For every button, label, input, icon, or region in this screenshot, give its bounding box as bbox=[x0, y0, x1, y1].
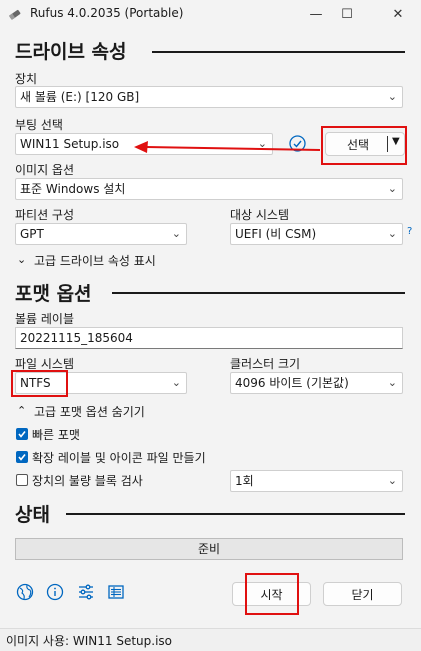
partition-scheme-dropdown[interactable]: GPT ⌄ bbox=[15, 223, 187, 245]
chevron-down-icon: ⌄ bbox=[171, 227, 181, 240]
status-heading: 상태 bbox=[15, 504, 50, 526]
target-system-label: 대상 시스템 bbox=[230, 208, 290, 222]
volume-label-input[interactable]: 20221115_185604 bbox=[15, 327, 403, 349]
log-icon[interactable] bbox=[107, 583, 125, 604]
highlight-box-select bbox=[321, 126, 407, 165]
bad-blocks-checkbox[interactable] bbox=[16, 474, 28, 486]
bad-blocks-passes-value: 1회 bbox=[235, 474, 254, 488]
section-divider bbox=[152, 51, 405, 53]
boot-selection-value: WIN11 Setup.iso bbox=[20, 137, 120, 151]
close-window-button[interactable]: ✕ bbox=[377, 0, 419, 28]
chevron-down-icon: ⌄ bbox=[387, 90, 397, 103]
app-icon bbox=[8, 7, 22, 24]
target-system-dropdown[interactable]: UEFI (비 CSM) ⌄ bbox=[230, 223, 403, 245]
device-label: 장치 bbox=[15, 72, 38, 86]
device-value: 새 볼륨 (E:) [120 GB] bbox=[20, 90, 140, 104]
advanced-drive-toggle[interactable]: 고급 드라이브 속성 표시 bbox=[34, 252, 156, 269]
device-dropdown[interactable]: 새 볼륨 (E:) [120 GB] ⌄ bbox=[15, 86, 403, 108]
annotation-arrow bbox=[134, 141, 321, 153]
status-bar: 이미지 사용: WIN11 Setup.iso bbox=[0, 628, 421, 651]
highlight-box-start bbox=[245, 573, 299, 615]
highlight-box-filesystem bbox=[11, 370, 68, 397]
progress-bar: 준비 bbox=[15, 538, 403, 560]
settings-sliders-icon[interactable] bbox=[77, 583, 95, 604]
drive-properties-heading: 드라이브 속성 bbox=[15, 41, 127, 63]
extended-label-checkbox[interactable] bbox=[16, 451, 28, 463]
volume-label-label: 볼륨 레이블 bbox=[15, 312, 75, 326]
window-title: Rufus 4.0.2035 (Portable) bbox=[30, 6, 184, 20]
image-option-label: 이미지 옵션 bbox=[15, 163, 75, 177]
status-bar-text: 이미지 사용: WIN11 Setup.iso bbox=[6, 634, 173, 648]
image-option-dropdown[interactable]: 표준 Windows 설치 ⌄ bbox=[15, 178, 403, 200]
globe-icon[interactable] bbox=[16, 583, 34, 604]
quick-format-checkbox[interactable] bbox=[16, 428, 28, 440]
partition-scheme-label: 파티션 구성 bbox=[15, 208, 75, 222]
section-divider bbox=[112, 292, 405, 294]
info-icon[interactable] bbox=[46, 583, 64, 604]
extended-label-text: 확장 레이블 및 아이콘 파일 만들기 bbox=[32, 451, 206, 465]
format-options-heading: 포맷 옵션 bbox=[15, 283, 92, 305]
chevron-down-icon[interactable]: ⌄ bbox=[17, 253, 26, 266]
cluster-size-label: 클러스터 크기 bbox=[230, 357, 301, 371]
title-bar: Rufus 4.0.2035 (Portable) — ☐ ✕ bbox=[0, 0, 421, 28]
cluster-size-dropdown[interactable]: 4096 바이트 (기본값) ⌄ bbox=[230, 372, 403, 394]
chevron-up-icon[interactable]: ⌃ bbox=[17, 404, 26, 417]
maximize-button[interactable]: ☐ bbox=[326, 0, 368, 28]
quick-format-label: 빠른 포맷 bbox=[32, 428, 80, 442]
cluster-size-value: 4096 바이트 (기본값) bbox=[235, 376, 349, 390]
progress-text: 준비 bbox=[197, 542, 221, 556]
advanced-format-toggle[interactable]: 고급 포맷 옵션 숨기기 bbox=[34, 403, 145, 420]
help-link[interactable]: ? bbox=[407, 226, 412, 237]
image-option-value: 표준 Windows 설치 bbox=[20, 182, 126, 196]
chevron-down-icon: ⌄ bbox=[387, 474, 397, 487]
chevron-down-icon: ⌄ bbox=[171, 376, 181, 389]
boot-selection-label: 부팅 선택 bbox=[15, 118, 63, 132]
chevron-down-icon: ⌄ bbox=[387, 376, 397, 389]
bad-blocks-label: 장치의 불량 블록 검사 bbox=[32, 474, 143, 488]
chevron-down-icon: ⌄ bbox=[387, 182, 397, 195]
close-button[interactable]: 닫기 bbox=[323, 582, 402, 606]
chevron-down-icon: ⌄ bbox=[387, 227, 397, 240]
partition-scheme-value: GPT bbox=[20, 227, 44, 241]
section-divider bbox=[66, 513, 405, 515]
target-system-value: UEFI (비 CSM) bbox=[235, 227, 317, 241]
bad-blocks-passes-dropdown[interactable]: 1회 ⌄ bbox=[230, 470, 403, 492]
